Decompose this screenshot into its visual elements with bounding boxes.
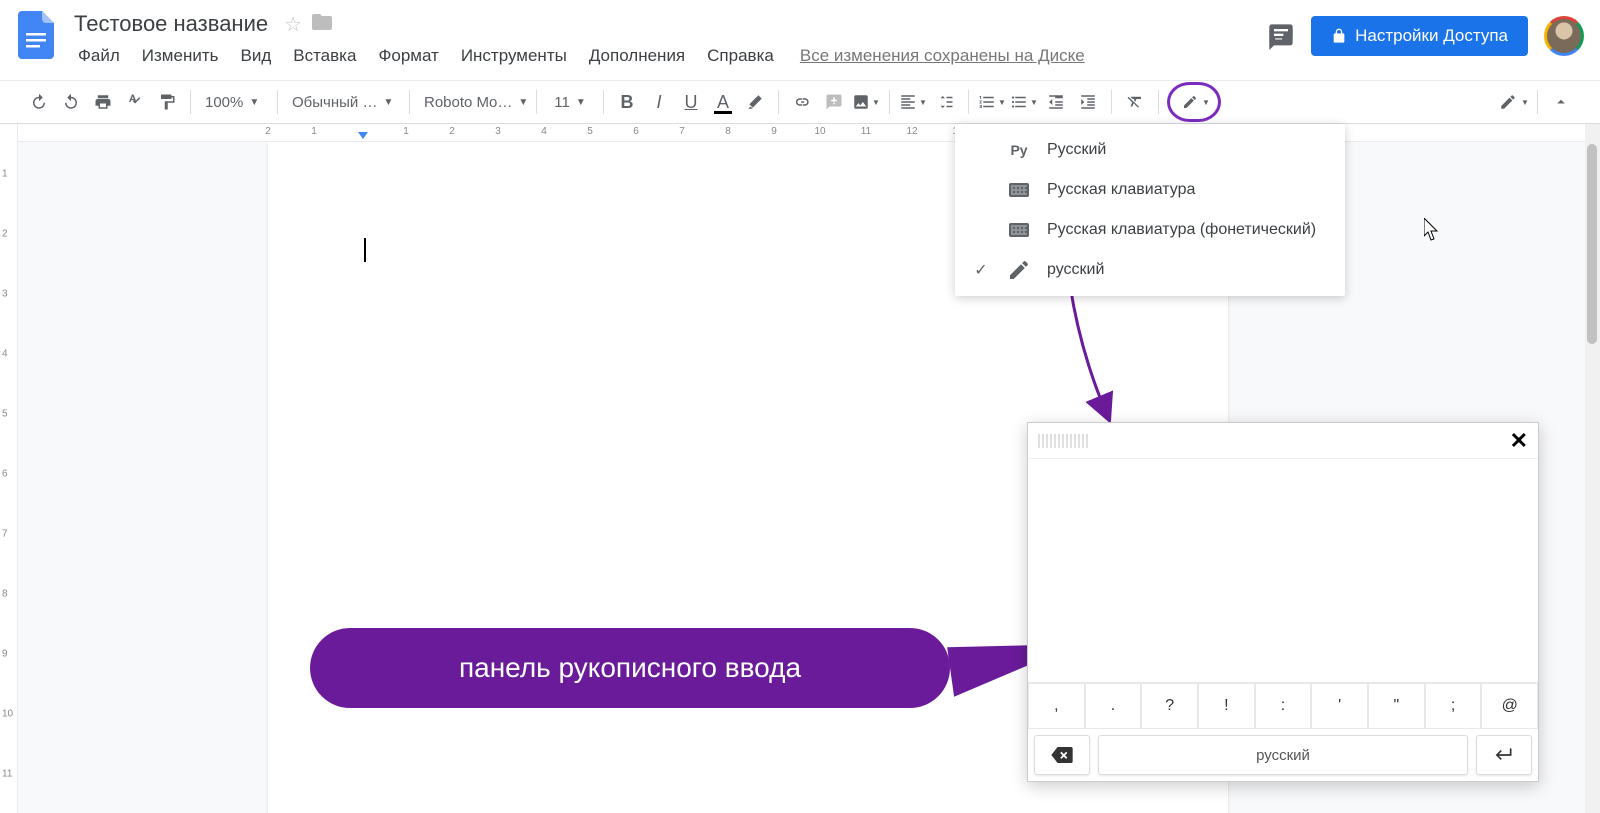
text-cursor <box>364 238 366 262</box>
zoom-select[interactable]: 100%▼ <box>199 87 269 117</box>
punct-key[interactable]: @ <box>1481 683 1538 729</box>
punct-key[interactable]: ; <box>1425 683 1482 729</box>
save-status[interactable]: Все изменения сохранены на Диске <box>800 46 1085 66</box>
highlight-button[interactable] <box>740 87 770 117</box>
check-icon: ✓ <box>971 260 991 280</box>
menu-view[interactable]: Вид <box>230 42 281 70</box>
vertical-ruler[interactable]: 1 2 3 4 5 6 7 8 9 10 11 <box>0 124 18 813</box>
enter-button[interactable] <box>1476 735 1532 775</box>
comments-icon[interactable] <box>1267 22 1295 50</box>
toolbar: 100%▼ Обычный …▼ Roboto Mo…▼ 11▼ B I U A… <box>0 80 1600 124</box>
folder-icon[interactable] <box>312 13 332 36</box>
spellcheck-button[interactable] <box>120 87 150 117</box>
increase-indent-button[interactable] <box>1073 87 1103 117</box>
editing-mode-button[interactable]: ▼ <box>1499 87 1529 117</box>
collapse-toolbar-button[interactable] <box>1546 87 1576 117</box>
share-button-label: Настройки Доступа <box>1355 26 1508 46</box>
punct-key[interactable]: , <box>1028 683 1085 729</box>
line-spacing-button[interactable] <box>930 87 960 117</box>
punct-key[interactable]: ? <box>1141 683 1198 729</box>
input-tools-highlighted: ▼ <box>1167 82 1221 122</box>
drag-handle-icon[interactable] <box>1038 434 1088 448</box>
indent-marker[interactable] <box>358 132 368 139</box>
menu-addons[interactable]: Дополнения <box>579 42 695 70</box>
redo-button[interactable] <box>56 87 86 117</box>
font-size-select[interactable]: 11▼ <box>545 87 595 117</box>
paint-format-button[interactable] <box>152 87 182 117</box>
menu-file[interactable]: Файл <box>68 42 130 70</box>
space-button[interactable]: русский <box>1098 735 1468 775</box>
underline-button[interactable]: U <box>676 87 706 117</box>
callout-text: панель рукописного ввода <box>459 652 801 684</box>
text-color-button[interactable]: A <box>708 87 738 117</box>
punct-key[interactable]: ' <box>1311 683 1368 729</box>
menu-insert[interactable]: Вставка <box>283 42 366 70</box>
paragraph-style-select[interactable]: Обычный …▼ <box>286 87 401 117</box>
user-avatar[interactable] <box>1544 16 1584 56</box>
input-option-russian-phonetic[interactable]: Русская клавиатура (фонетический) <box>955 210 1345 250</box>
italic-button[interactable]: I <box>644 87 674 117</box>
ru-text-icon: Ру <box>1007 142 1031 158</box>
font-family-select[interactable]: Roboto Mo…▼ <box>418 87 528 117</box>
close-icon[interactable]: ✕ <box>1510 428 1528 454</box>
input-tools-caret[interactable]: ▼ <box>1202 98 1210 107</box>
punct-key[interactable]: " <box>1368 683 1425 729</box>
menu-tools[interactable]: Инструменты <box>451 42 577 70</box>
menu-format[interactable]: Формат <box>368 42 448 70</box>
input-option-russian[interactable]: Ру Русский <box>955 130 1345 170</box>
input-option-handwriting[interactable]: ✓ русский <box>955 250 1345 290</box>
bulleted-list-button[interactable]: ▼ <box>1009 87 1039 117</box>
decrease-indent-button[interactable] <box>1041 87 1071 117</box>
handwriting-panel: ✕ , . ? ! : ' " ; @ русский <box>1027 422 1539 782</box>
punct-key[interactable]: : <box>1255 683 1312 729</box>
bold-button[interactable]: B <box>612 87 642 117</box>
undo-button[interactable] <box>24 87 54 117</box>
share-button[interactable]: Настройки Доступа <box>1311 16 1528 56</box>
vertical-scrollbar[interactable] <box>1585 124 1600 813</box>
punctuation-row: , . ? ! : ' " ; @ <box>1028 682 1538 729</box>
input-tools-dropdown: Ру Русский Русская клавиатура Русская кл… <box>955 124 1345 296</box>
menu-bar: Файл Изменить Вид Вставка Формат Инструм… <box>68 42 1267 70</box>
insert-image-button[interactable]: ▼ <box>851 87 881 117</box>
insert-link-button[interactable] <box>787 87 817 117</box>
handwriting-canvas[interactable] <box>1028 459 1538 682</box>
punct-key[interactable]: . <box>1085 683 1142 729</box>
clear-formatting-button[interactable] <box>1120 87 1150 117</box>
backspace-button[interactable] <box>1034 735 1090 775</box>
insert-comment-button[interactable] <box>819 87 849 117</box>
lock-icon <box>1331 28 1347 44</box>
horizontal-ruler[interactable]: 2 1 1 2 3 4 5 6 7 8 9 10 11 12 13 <box>18 124 1600 142</box>
input-option-russian-keyboard[interactable]: Русская клавиатура <box>955 170 1345 210</box>
print-button[interactable] <box>88 87 118 117</box>
menu-edit[interactable]: Изменить <box>132 42 229 70</box>
pencil-icon <box>1007 258 1031 282</box>
star-icon[interactable]: ☆ <box>284 12 302 37</box>
document-title[interactable]: Тестовое название <box>68 9 274 39</box>
app-header: Тестовое название ☆ Файл Изменить Вид Вс… <box>0 0 1600 80</box>
numbered-list-button[interactable]: ▼ <box>977 87 1007 117</box>
docs-logo-icon[interactable] <box>16 8 56 62</box>
input-tools-button[interactable] <box>1178 87 1202 117</box>
punct-key[interactable]: ! <box>1198 683 1255 729</box>
keyboard-icon <box>1007 183 1031 197</box>
menu-help[interactable]: Справка <box>697 42 784 70</box>
keyboard-icon <box>1007 223 1031 237</box>
annotation-callout: панель рукописного ввода <box>310 628 1030 708</box>
align-button[interactable]: ▼ <box>898 87 928 117</box>
